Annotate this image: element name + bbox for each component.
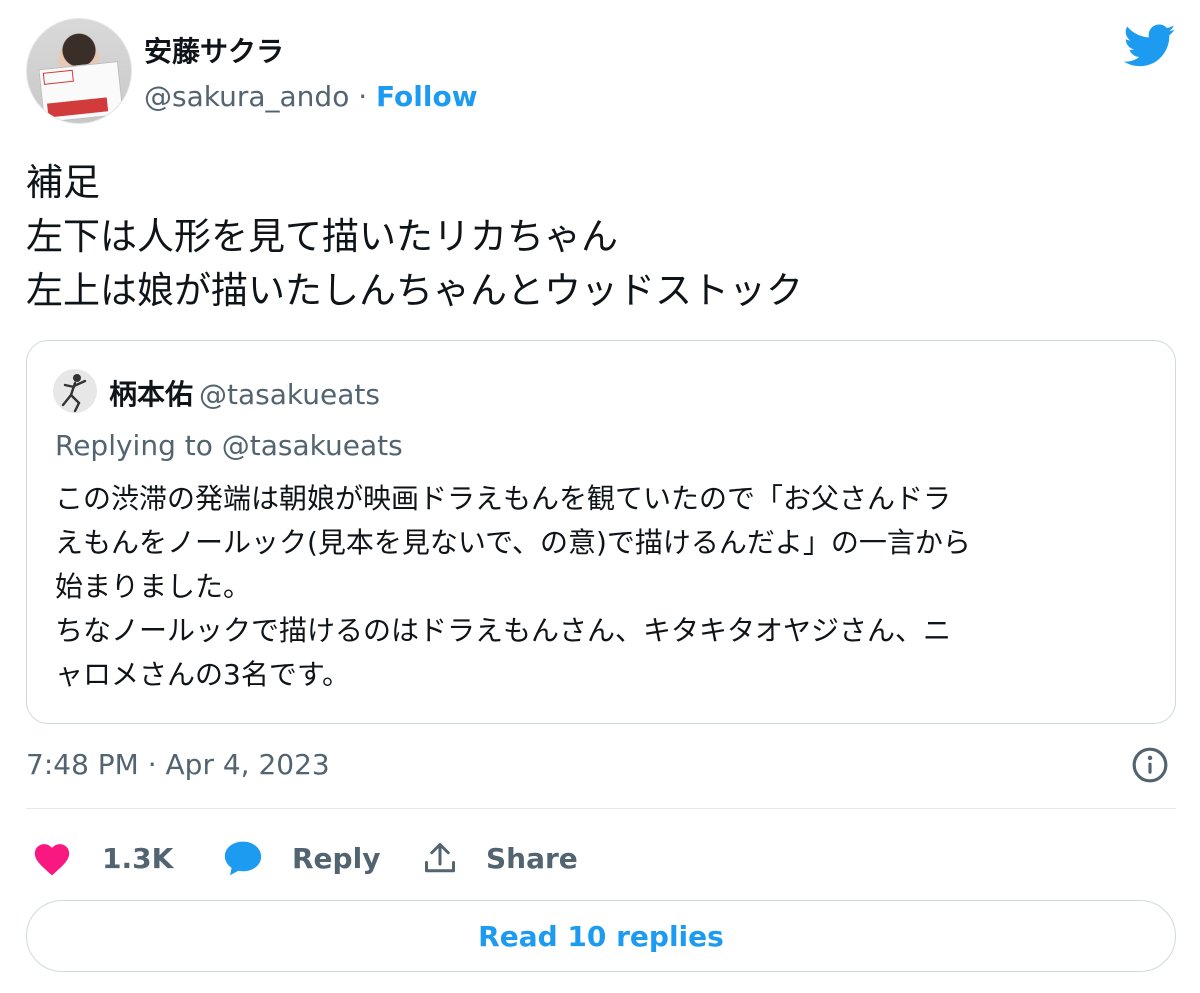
tweet-line: 左下は人形を見て描いたリカちゃん (26, 215, 618, 258)
share-button[interactable]: Share (422, 832, 578, 884)
share-label: Share (486, 841, 578, 875)
author-avatar[interactable] (26, 18, 132, 124)
tweet-line: 左上は娘が描いたしんちゃんとウッドストック (26, 269, 803, 312)
heart-icon (34, 844, 70, 876)
divider (26, 808, 1176, 809)
quoted-tweet-text: この渋滞の発端は朝娘が映画ドラえもんを観ていたので「お父さんドラ えもんをノール… (55, 477, 971, 697)
follow-button[interactable]: Follow (376, 80, 478, 113)
quoted-author-avatar[interactable] (53, 369, 97, 413)
avatar-sign-graphic (38, 60, 124, 123)
quoted-line: この渋滞の発端は朝娘が映画ドラえもんを観ていたので「お父さんドラ (55, 482, 952, 515)
replying-to-label: Replying to @tasakueats (55, 429, 403, 462)
twitter-bird-icon[interactable] (1124, 24, 1176, 68)
quoted-tweet-card[interactable]: 柄本佑 @tasakueats Replying to @tasakueats こ… (26, 340, 1176, 724)
author-display-name[interactable]: 安藤サクラ (144, 30, 284, 70)
quoted-author-handle[interactable]: @tasakueats (199, 378, 380, 411)
quoted-author-display-name[interactable]: 柄本佑 (109, 378, 193, 411)
action-bar: 1.3K Reply Share (26, 832, 1176, 884)
reply-label: Reply (292, 841, 381, 875)
tweet-text: 補足 左下は人形を見て描いたリカちゃん 左上は娘が描いたしんちゃんとウッドストッ… (26, 156, 803, 318)
info-icon[interactable] (1131, 746, 1169, 784)
quoted-author-name-row: 柄本佑 @tasakueats (109, 373, 380, 413)
read-replies-button[interactable]: Read 10 replies (26, 900, 1176, 972)
tweet-line: 補足 (26, 161, 100, 204)
tweet-timestamp[interactable]: 7:48 PM · Apr 4, 2023 (26, 748, 330, 781)
reply-bubble-icon (224, 841, 262, 876)
quoted-line: 始まりました。 (55, 570, 252, 603)
quoted-line: ャロメさんの3名です。 (55, 658, 351, 691)
quoted-line: ちなノールックで描けるのはドラえもんさん、キタキタオヤジさん、ニ (55, 614, 952, 647)
author-handle-row: @sakura_ando · Follow (144, 80, 478, 113)
avatar-figure-graphic (61, 374, 87, 413)
reply-button[interactable]: Reply (222, 832, 380, 884)
handle-separator: · (349, 80, 377, 113)
like-count: 1.3K (102, 841, 174, 875)
like-button[interactable]: 1.3K (32, 832, 173, 884)
share-icon (425, 843, 455, 873)
tweet-header: 安藤サクラ @sakura_ando · Follow (26, 18, 1176, 128)
read-replies-label: Read 10 replies (478, 919, 724, 953)
author-handle[interactable]: @sakura_ando (144, 80, 349, 113)
quoted-line: えもんをノールック(見本を見ないで、の意)で描けるんだよ」の一言から (55, 526, 971, 559)
